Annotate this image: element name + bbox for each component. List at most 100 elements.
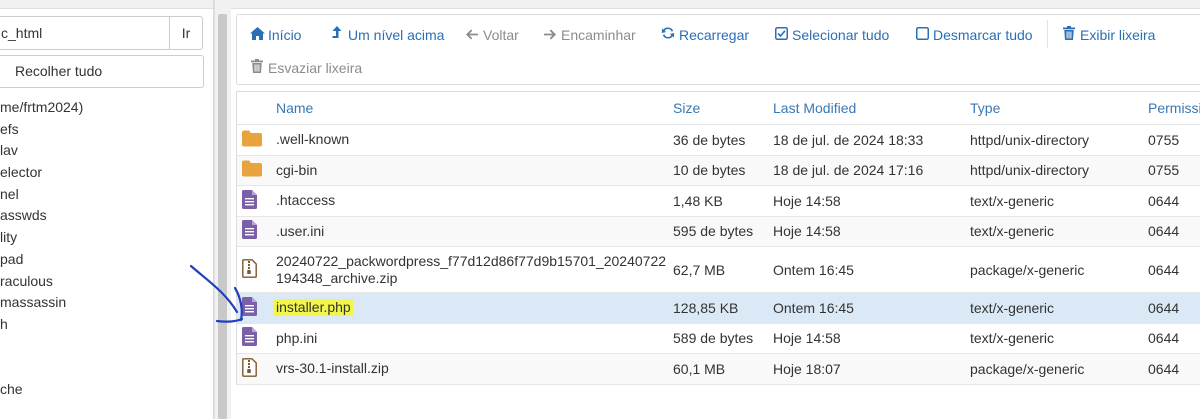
toolbar: Início Um nível acima Voltar Encaminhar …	[236, 14, 1200, 85]
tree-item[interactable]: nel	[0, 184, 213, 206]
file-name[interactable]: installer.php	[274, 293, 676, 323]
file-name[interactable]: .htaccess	[276, 186, 676, 216]
tree-item[interactable]	[0, 357, 213, 379]
file-type: text/x-generic	[970, 223, 1055, 240]
table-row[interactable]: 20240722_packwordpress_f77d12d86f77d9b15…	[237, 247, 1200, 293]
trash-icon	[249, 57, 265, 79]
folder-icon	[242, 160, 262, 180]
tree-item[interactable]	[0, 336, 213, 358]
level-up-icon	[329, 24, 345, 46]
tree-item[interactable]: che	[0, 379, 213, 401]
view-trash-button[interactable]: Exibir lixeira	[1061, 24, 1155, 46]
tree-item[interactable]: elector	[0, 162, 213, 184]
highlighted-file-name: installer.php	[274, 299, 353, 317]
up-one-level-label: Um nível acima	[348, 27, 445, 43]
left-scrollbar[interactable]	[214, 0, 231, 419]
file-name[interactable]: 20240722_packwordpress_f77d12d86f77d9b15…	[276, 247, 676, 292]
file-permissions: 0644	[1148, 299, 1180, 316]
file-size: 589 de bytes	[673, 330, 754, 347]
file-permissions: 0644	[1148, 330, 1180, 347]
table-header: Name Size Last Modified Type Permissi	[237, 92, 1200, 125]
up-one-level-button[interactable]: Um nível acima	[329, 24, 444, 46]
file-name[interactable]: vrs-30.1-install.zip	[276, 354, 676, 384]
tree-item[interactable]: h	[0, 314, 213, 336]
home-button[interactable]: Início	[249, 24, 301, 46]
file-name[interactable]: cgi-bin	[276, 156, 676, 186]
file-modified: Hoje 14:58	[773, 223, 841, 240]
file-size: 595 de bytes	[673, 223, 754, 240]
table-row-selected[interactable]: installer.php 128,85 KB Ontem 16:45 text…	[237, 293, 1200, 324]
table-row[interactable]: cgi-bin 10 de bytes 18 de jul. de 2024 1…	[237, 155, 1200, 186]
table-row[interactable]: .htaccess 1,48 KB Hoje 14:58 text/x-gene…	[237, 186, 1200, 217]
deselect-all-label: Desmarcar tudo	[933, 27, 1033, 43]
forward-button[interactable]: Encaminhar	[542, 24, 636, 46]
tree-item[interactable]: lav	[0, 140, 213, 162]
file-icon	[242, 220, 257, 242]
column-header-type[interactable]: Type	[970, 92, 1000, 125]
file-permissions: 0644	[1148, 192, 1180, 209]
tree-item[interactable]: efs	[0, 119, 213, 141]
file-name[interactable]: .user.ini	[276, 217, 676, 247]
file-size: 128,85 KB	[673, 299, 739, 316]
view-trash-label: Exibir lixeira	[1080, 27, 1156, 43]
folder-icon	[242, 130, 262, 149]
file-modified: Ontem 16:45	[773, 261, 854, 278]
left-top-bar	[0, 0, 213, 9]
table-row[interactable]: .well-known 36 de bytes 18 de jul. de 20…	[237, 125, 1200, 156]
path-input[interactable]: c_html	[0, 16, 170, 50]
file-type: httpd/unix-directory	[970, 162, 1090, 179]
select-all-label: Selecionar tudo	[792, 27, 890, 43]
empty-trash-button[interactable]: Esvaziar lixeira	[249, 57, 362, 79]
table-row[interactable]: vrs-30.1-install.zip 60,1 MB Hoje 18:07 …	[237, 354, 1200, 385]
file-permissions: 0755	[1148, 131, 1180, 148]
tree-item[interactable]: pad	[0, 249, 213, 271]
file-modified: Hoje 14:58	[773, 192, 841, 209]
trash-icon	[1061, 24, 1077, 46]
file-type: text/x-generic	[970, 299, 1055, 316]
file-type: text/x-generic	[970, 330, 1055, 347]
file-type: package/x-generic	[970, 261, 1085, 278]
column-header-name[interactable]: Name	[276, 92, 313, 125]
tree-item[interactable]: massassin	[0, 292, 213, 314]
table-row[interactable]: php.ini 589 de bytes Hoje 14:58 text/x-g…	[237, 323, 1200, 354]
toolbar-divider	[1047, 20, 1048, 48]
arrow-right-icon	[542, 24, 558, 46]
file-icon	[242, 296, 257, 319]
file-icon	[242, 327, 257, 349]
tree-item[interactable]: lity	[0, 227, 213, 249]
tree-item[interactable]: asswds	[0, 205, 213, 227]
left-scrollbar-thumb[interactable]	[218, 14, 227, 419]
zip-icon	[242, 258, 257, 281]
deselect-all-button[interactable]: Desmarcar tudo	[914, 24, 1033, 46]
left-panel: c_html Ir Recolher tudo me/frtm2024) efs…	[0, 0, 214, 419]
file-type: httpd/unix-directory	[970, 131, 1090, 148]
file-name[interactable]: .well-known	[276, 125, 676, 155]
file-table: Name Size Last Modified Type Permissi .w…	[236, 91, 1200, 385]
arrow-left-icon	[464, 24, 480, 46]
forward-label: Encaminhar	[561, 27, 636, 43]
home-label: Início	[268, 27, 302, 43]
file-modified: Ontem 16:45	[773, 299, 854, 316]
column-header-permissions[interactable]: Permissi	[1148, 92, 1200, 125]
file-permissions: 0644	[1148, 223, 1180, 240]
tree-item[interactable]: raculous	[0, 271, 213, 293]
tree-item[interactable]: me/frtm2024)	[0, 97, 213, 119]
file-manager-panel: Início Um nível acima Voltar Encaminhar …	[231, 0, 1200, 419]
select-all-button[interactable]: Selecionar tudo	[773, 24, 889, 46]
file-size: 36 de bytes	[673, 131, 746, 148]
back-label: Voltar	[483, 27, 519, 43]
column-header-last-modified[interactable]: Last Modified	[773, 92, 856, 125]
file-modified: Hoje 14:58	[773, 330, 841, 347]
reload-button[interactable]: Recarregar	[660, 24, 749, 46]
file-name-line: 194348_archive.zip	[276, 269, 398, 286]
table-row[interactable]: .user.ini 595 de bytes Hoje 14:58 text/x…	[237, 216, 1200, 247]
back-button[interactable]: Voltar	[464, 24, 519, 46]
collapse-all-button[interactable]: Recolher tudo	[0, 55, 204, 88]
go-button[interactable]: Ir	[169, 16, 203, 50]
file-size: 60,1 MB	[673, 360, 726, 377]
file-icon	[242, 189, 257, 212]
column-header-size[interactable]: Size	[673, 92, 700, 125]
zip-icon	[242, 357, 257, 380]
home-icon	[249, 24, 265, 46]
file-name[interactable]: php.ini	[276, 324, 676, 354]
